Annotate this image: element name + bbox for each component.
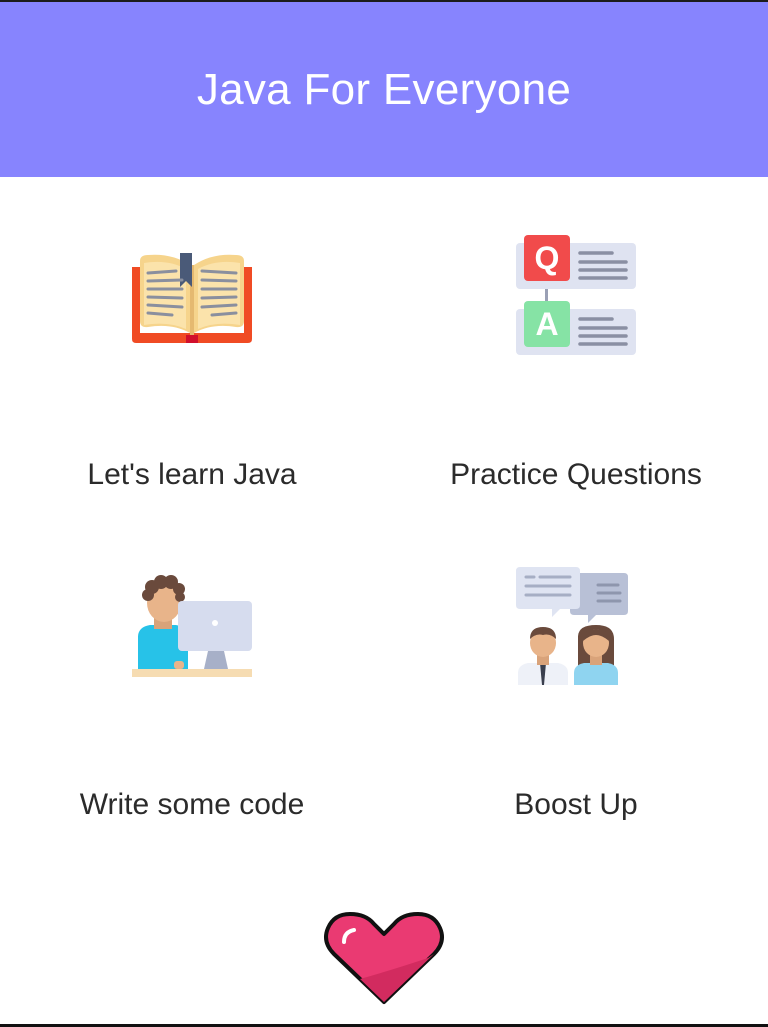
page-title: Java For Everyone <box>196 64 572 114</box>
favorite-button[interactable] <box>320 910 448 1006</box>
open-book-icon <box>132 253 252 343</box>
menu-card-practice-questions[interactable]: Q A Practice Questions <box>384 177 768 507</box>
qa-icon: Q A <box>516 235 636 355</box>
menu-card-label: Write some code <box>79 788 305 821</box>
svg-text:A: A <box>535 306 558 342</box>
menu-card-write-code[interactable]: Write some code <box>0 507 384 837</box>
heart-icon <box>324 912 444 1004</box>
developer-computer-icon <box>132 575 252 677</box>
menu-card-label: Practice Questions <box>450 458 702 491</box>
menu-card-learn-java[interactable]: Let's learn Java <box>0 177 384 507</box>
menu-card-label: Let's learn Java <box>87 458 297 491</box>
menu-card-label: Boost Up <box>514 788 638 821</box>
discussion-people-icon <box>516 567 628 685</box>
app-bar: Java For Everyone <box>0 2 768 177</box>
menu-card-boost-up[interactable]: Boost Up <box>384 507 768 837</box>
svg-text:Q: Q <box>535 240 560 276</box>
